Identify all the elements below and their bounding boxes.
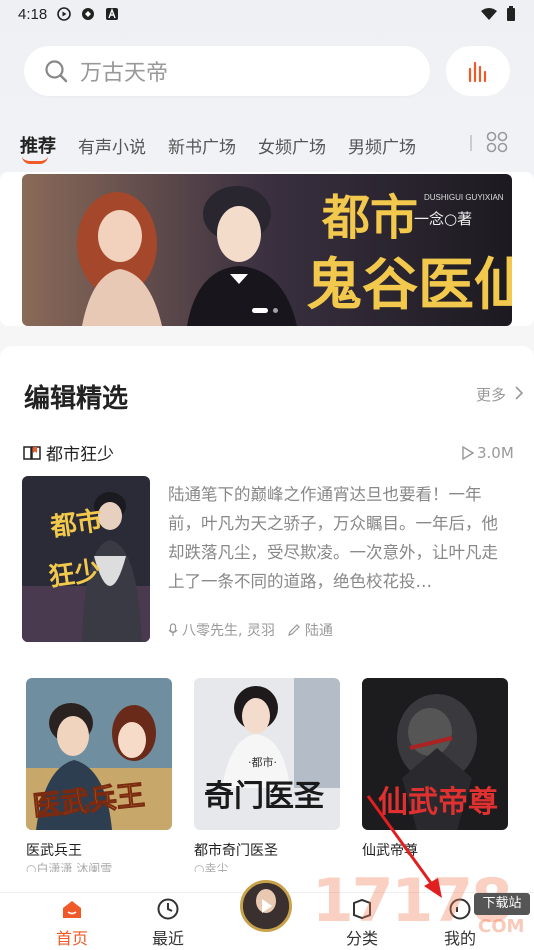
tab-audio-novel[interactable]: 有声小说 xyxy=(78,133,146,158)
annotation-arrow xyxy=(366,795,442,898)
svg-text:奇门医圣: 奇门医圣 xyxy=(204,779,325,814)
wifi-icon xyxy=(481,8,497,20)
svg-text:·都市·: ·都市· xyxy=(248,755,277,769)
microphone-icon xyxy=(168,623,178,636)
audio-wave-button[interactable] xyxy=(446,46,510,96)
more-link[interactable]: 更多 xyxy=(476,384,506,405)
featured-author: 陆通 xyxy=(304,623,333,639)
search-placeholder: 万古天帝 xyxy=(80,61,169,86)
a-status-icon xyxy=(106,8,119,20)
tab-new-books[interactable]: 新书广场 xyxy=(168,133,236,158)
book-card[interactable]: 医武兵王 医武兵王 ○白潇潇 沐阑雪 xyxy=(26,678,172,872)
book-cover: 奇门医圣 ·都市· xyxy=(194,678,340,830)
banner-author: 一念○著 xyxy=(414,210,472,228)
watermark-com: COM xyxy=(478,916,525,937)
status-bar: 4:18 xyxy=(0,0,534,28)
battery-icon xyxy=(507,6,515,21)
book-icon xyxy=(23,445,41,460)
now-playing-disc[interactable] xyxy=(240,880,292,932)
status-time: 4:18 xyxy=(18,5,48,23)
featured-header[interactable]: 都市狂少 xyxy=(22,440,114,465)
app-status-icon xyxy=(82,8,95,20)
book-card[interactable]: 奇门医圣 ·都市· 都市奇门医圣 ○幸尘 xyxy=(194,678,340,872)
banner-dot xyxy=(273,308,278,313)
tab-divider xyxy=(470,135,472,151)
home-icon xyxy=(63,901,81,918)
search-box[interactable]: 万古天帝 xyxy=(24,46,430,96)
category-tabs: 推荐 有声小说 新书广场 女频广场 男频广场 xyxy=(20,128,520,164)
book-title: 医武兵王 xyxy=(26,843,82,859)
featured-meta: 八零先生, 灵羽 陆通 xyxy=(168,620,333,640)
featured-plays: 3.0M xyxy=(462,444,514,462)
play-status-icon xyxy=(57,7,72,21)
banner-dot-active xyxy=(252,308,268,313)
featured-cover[interactable]: 都市 狂少 xyxy=(22,476,150,642)
search-icon xyxy=(45,60,68,83)
section-title: 编辑精选 xyxy=(24,384,129,414)
tab-male[interactable]: 男频广场 xyxy=(348,133,416,158)
book-title: 都市奇门医圣 xyxy=(194,843,278,859)
chevron-right-icon[interactable] xyxy=(514,386,524,400)
play-count-icon xyxy=(462,446,474,460)
pen-icon xyxy=(287,624,300,636)
banner-image[interactable]: 都市 鬼谷医仙 DUSHIGUI GUYIXIAN 一念○著 xyxy=(22,174,512,326)
tab-active-indicator xyxy=(22,156,48,164)
banner-pagination xyxy=(252,308,278,313)
tab-female[interactable]: 女频广场 xyxy=(258,133,326,158)
grid-menu-icon[interactable] xyxy=(486,131,508,153)
nav-recent[interactable]: 最近 xyxy=(128,897,208,949)
featured-description: 陆通笔下的巅峰之作通宵达旦也要看！一年前，叶凡为天之骄子，万众瞩目。一年后，他却… xyxy=(168,485,498,591)
book-cover: 医武兵王 xyxy=(26,678,172,830)
clock-icon xyxy=(157,898,179,920)
banner-title-small: 都市 xyxy=(321,190,418,246)
tab-recommend[interactable]: 推荐 xyxy=(20,132,56,164)
book-subtitle: ○白潇潇 沐阑雪 xyxy=(26,862,113,872)
watermark-tag: 下载站 xyxy=(474,893,530,915)
nav-home[interactable]: 首页 xyxy=(32,897,112,949)
audio-wave-icon xyxy=(468,61,487,83)
banner-title-main: 鬼谷医仙 xyxy=(306,252,512,318)
featured-title: 都市狂少 xyxy=(46,445,114,465)
featured-narrators: 八零先生, 灵羽 xyxy=(182,623,275,639)
banner-pinyin: DUSHIGUI GUYIXIAN xyxy=(424,193,504,202)
